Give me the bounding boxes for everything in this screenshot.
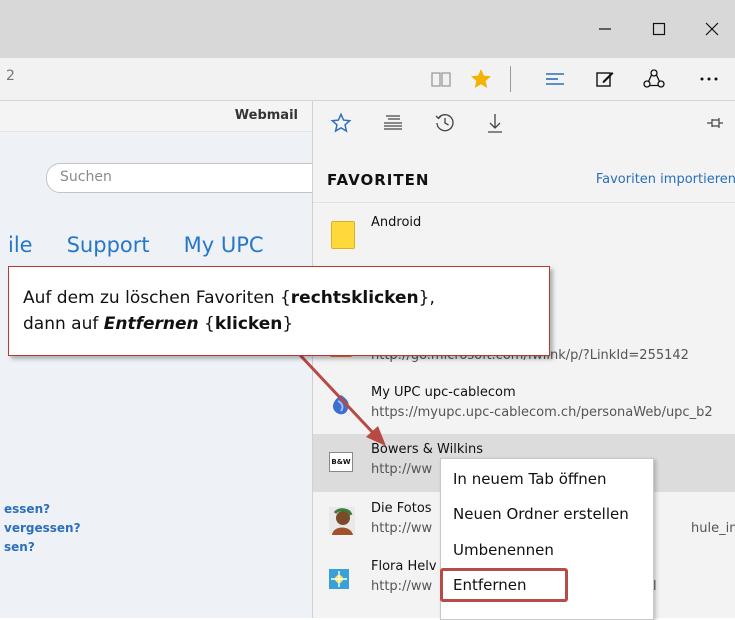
callout-line2-bold-italic: Entfernen xyxy=(103,314,199,334)
callout-line1-suffix: }, xyxy=(418,288,435,308)
callout-line2-suffix: } xyxy=(282,314,294,334)
callout-line1-bold: rechtsklicken xyxy=(290,288,419,308)
callout-text: Auf dem zu löschen Favoriten {rechtsklic… xyxy=(23,285,435,337)
menu-item-new-folder[interactable]: Neuen Ordner erstellen xyxy=(453,505,629,523)
callout-line1-prefix: Auf dem zu löschen Favoriten { xyxy=(23,288,291,308)
remove-highlight-box xyxy=(440,568,568,602)
callout-line2-prefix: dann auf xyxy=(23,314,104,334)
menu-item-open-new-tab[interactable]: In neuem Tab öffnen xyxy=(453,470,606,488)
menu-item-rename[interactable]: Umbenennen xyxy=(453,541,554,559)
instruction-callout: Auf dem zu löschen Favoriten {rechtsklic… xyxy=(8,266,550,356)
callout-line2-bold: klicken xyxy=(214,314,283,334)
callout-line2-mid: { xyxy=(198,314,215,334)
